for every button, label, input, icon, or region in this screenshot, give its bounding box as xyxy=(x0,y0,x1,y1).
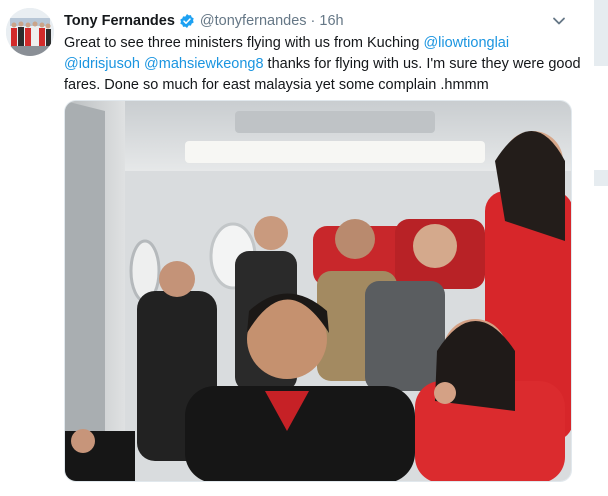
tweet-text: Great to see three ministers flying with… xyxy=(64,33,584,96)
mention-link[interactable]: @mahsiewkeong8 xyxy=(144,56,264,72)
rail-card-top xyxy=(594,66,608,170)
chevron-down-icon[interactable] xyxy=(550,12,568,30)
rail-card-bottom xyxy=(594,186,608,496)
tweet-card[interactable]: Tony Fernandes @tonyfernandes · 16h Grea… xyxy=(0,0,608,496)
avatar[interactable] xyxy=(6,8,54,56)
tweet-timestamp[interactable]: 16h xyxy=(319,13,343,29)
mention-link[interactable]: @liowtionglai xyxy=(423,35,509,51)
separator-dot: · xyxy=(310,13,316,29)
author-handle[interactable]: @tonyfernandes xyxy=(200,13,307,29)
tweet-photo[interactable] xyxy=(64,100,572,482)
tweet-text-part: Great to see three ministers flying with… xyxy=(64,35,424,51)
tweet-header: Tony Fernandes @tonyfernandes · 16h xyxy=(64,10,578,32)
photo-icon xyxy=(65,101,571,481)
right-rail xyxy=(594,0,608,496)
verified-badge-icon xyxy=(179,13,195,29)
author-name[interactable]: Tony Fernandes xyxy=(64,13,175,29)
mention-link[interactable]: @idrisjusoh xyxy=(64,56,140,72)
